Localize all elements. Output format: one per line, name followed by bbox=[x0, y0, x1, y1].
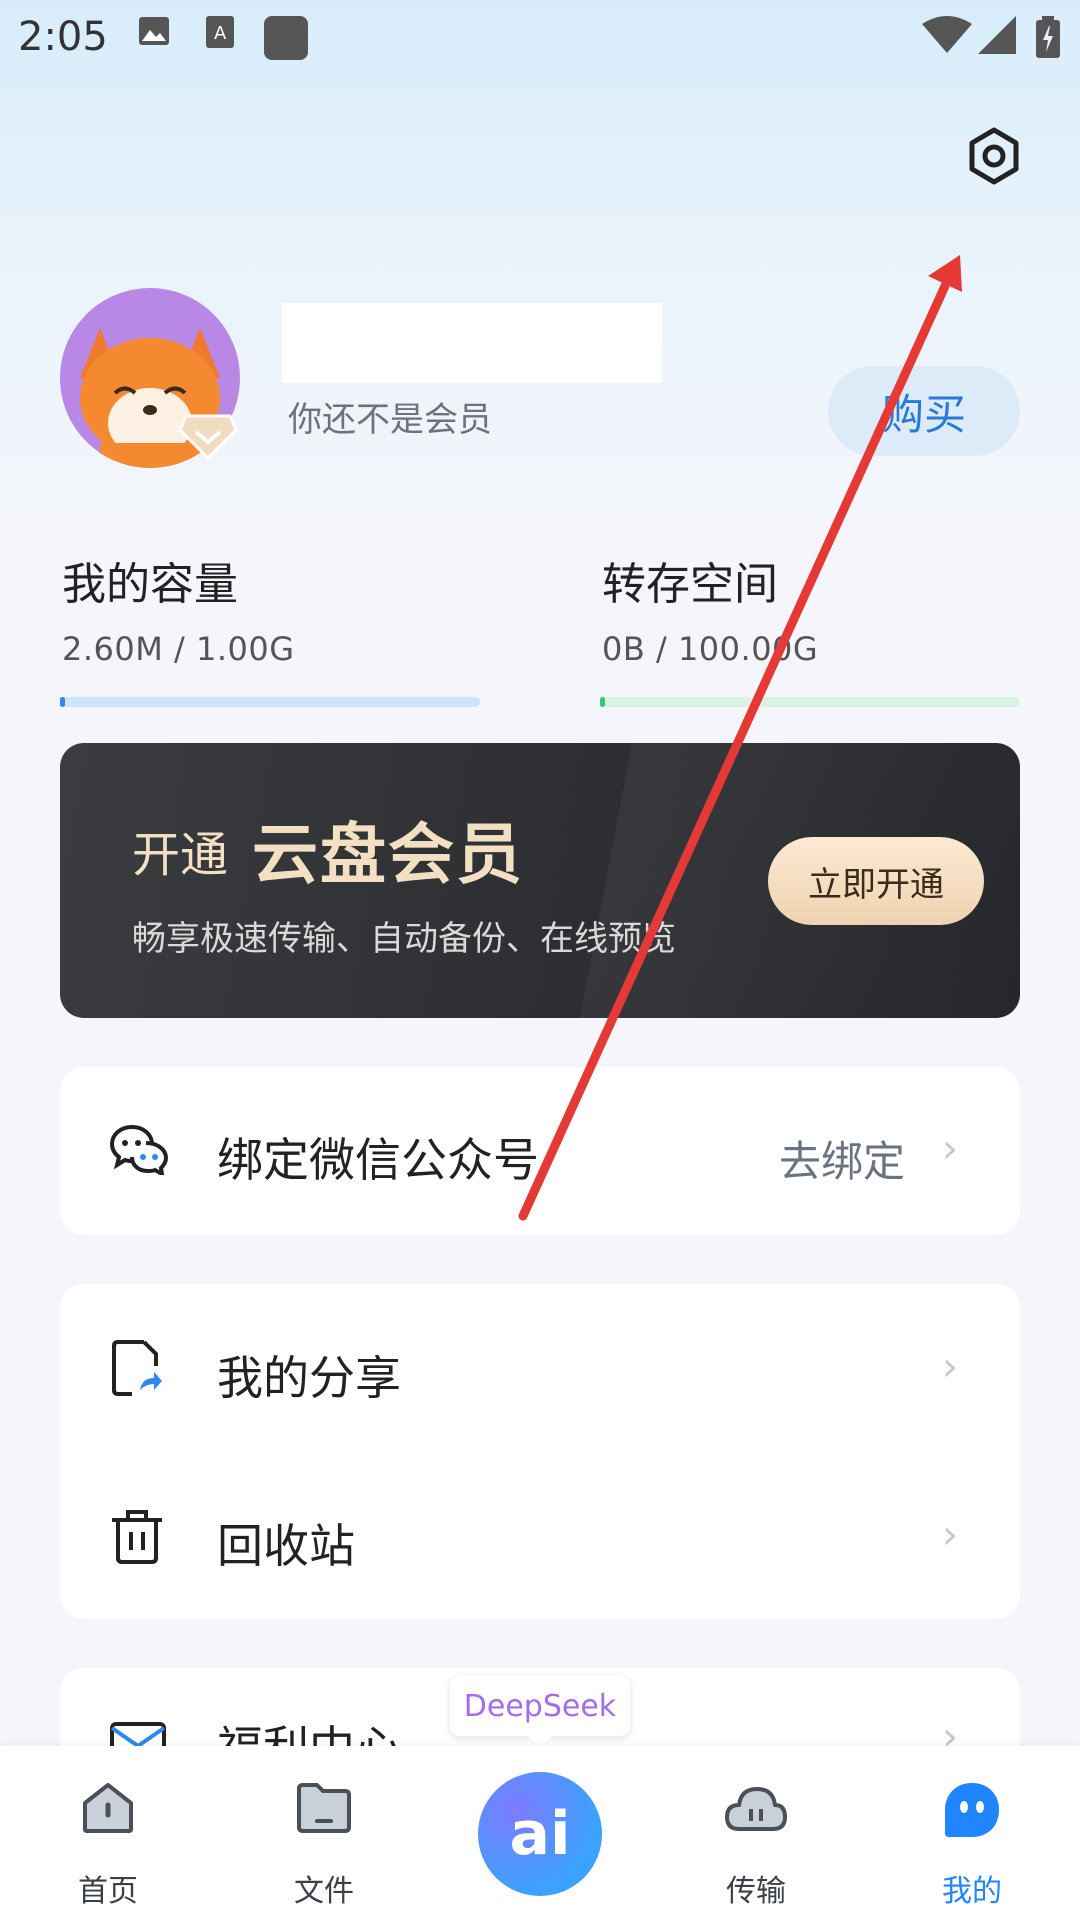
files-card: 我的分享 › 回收站 › bbox=[60, 1284, 1020, 1619]
transfer-space-fill bbox=[600, 697, 605, 707]
bind-wechat-row[interactable]: 绑定微信公众号 去绑定 › bbox=[60, 1086, 1020, 1216]
profile-face-icon bbox=[945, 1783, 999, 1837]
buy-button[interactable]: 购买 bbox=[828, 366, 1020, 456]
tab-home-label: 首页 bbox=[78, 1874, 138, 1909]
text-a-icon: A bbox=[206, 16, 234, 48]
image-icon bbox=[139, 17, 169, 45]
chevron-right-icon: › bbox=[942, 1344, 958, 1390]
bind-wechat-action: 去绑定 bbox=[778, 1137, 905, 1186]
chevron-right-icon: › bbox=[942, 1126, 958, 1172]
recycle-bin-label: 回收站 bbox=[217, 1519, 355, 1573]
folder-icon bbox=[297, 1783, 351, 1833]
vip-title-prefix: 开通 bbox=[132, 827, 229, 883]
transfer-space-bar bbox=[600, 697, 1020, 707]
tab-mine[interactable]: 我的 bbox=[897, 1746, 1047, 1920]
cloud-transfer-icon bbox=[725, 1787, 787, 1831]
home-icon bbox=[83, 1783, 133, 1833]
my-capacity-value: 2.60M / 1.00G bbox=[62, 630, 295, 668]
wechat-card: 绑定微信公众号 去绑定 › bbox=[60, 1067, 1020, 1235]
settings-gear-icon[interactable] bbox=[962, 124, 1026, 188]
my-share-row[interactable]: 我的分享 › bbox=[60, 1304, 1020, 1434]
member-status-text: 你还不是会员 bbox=[288, 400, 492, 440]
chevron-right-icon: › bbox=[942, 1512, 958, 1558]
status-time: 2:05 bbox=[18, 14, 108, 60]
tab-files[interactable]: 文件 bbox=[249, 1746, 399, 1920]
wifi-icon bbox=[922, 16, 972, 53]
recycle-bin-row[interactable]: 回收站 › bbox=[60, 1472, 1020, 1602]
username-redacted bbox=[282, 303, 662, 383]
status-bar: 2:05 A bbox=[0, 0, 1080, 76]
transfer-space-value: 0B / 100.00G bbox=[602, 630, 819, 668]
battery-icon bbox=[1036, 16, 1060, 58]
svg-text:A: A bbox=[214, 23, 227, 44]
transfer-space-title: 转存空间 bbox=[602, 559, 778, 610]
vip-title-main: 云盘会员 bbox=[252, 816, 524, 893]
share-file-icon bbox=[112, 1340, 162, 1396]
vip-diamond-icon bbox=[178, 414, 238, 461]
vip-subtitle: 畅享极速传输、自动备份、在线预览 bbox=[132, 919, 676, 959]
trash-icon bbox=[112, 1510, 162, 1564]
signal-icon bbox=[978, 16, 1016, 54]
vip-banner[interactable]: 开通 云盘会员 畅享极速传输、自动备份、在线预览 立即开通 bbox=[60, 743, 1020, 1018]
tab-transfer-label: 传输 bbox=[726, 1874, 786, 1909]
tab-mine-label: 我的 bbox=[942, 1874, 1002, 1909]
bind-wechat-label: 绑定微信公众号 bbox=[217, 1133, 539, 1187]
wechat-icon bbox=[110, 1124, 168, 1175]
ai-assistant-button[interactable]: ai bbox=[478, 1772, 602, 1896]
open-vip-button[interactable]: 立即开通 bbox=[768, 837, 984, 925]
my-capacity-bar bbox=[60, 697, 480, 707]
tab-home[interactable]: 首页 bbox=[33, 1746, 183, 1920]
my-capacity-fill bbox=[60, 697, 65, 707]
tab-files-label: 文件 bbox=[294, 1874, 354, 1909]
tab-transfer[interactable]: 传输 bbox=[681, 1746, 831, 1920]
my-capacity-title: 我的容量 bbox=[62, 559, 238, 610]
app-square-icon bbox=[264, 16, 308, 60]
my-share-label: 我的分享 bbox=[217, 1351, 401, 1405]
deepseek-tag[interactable]: DeepSeek bbox=[450, 1676, 630, 1748]
